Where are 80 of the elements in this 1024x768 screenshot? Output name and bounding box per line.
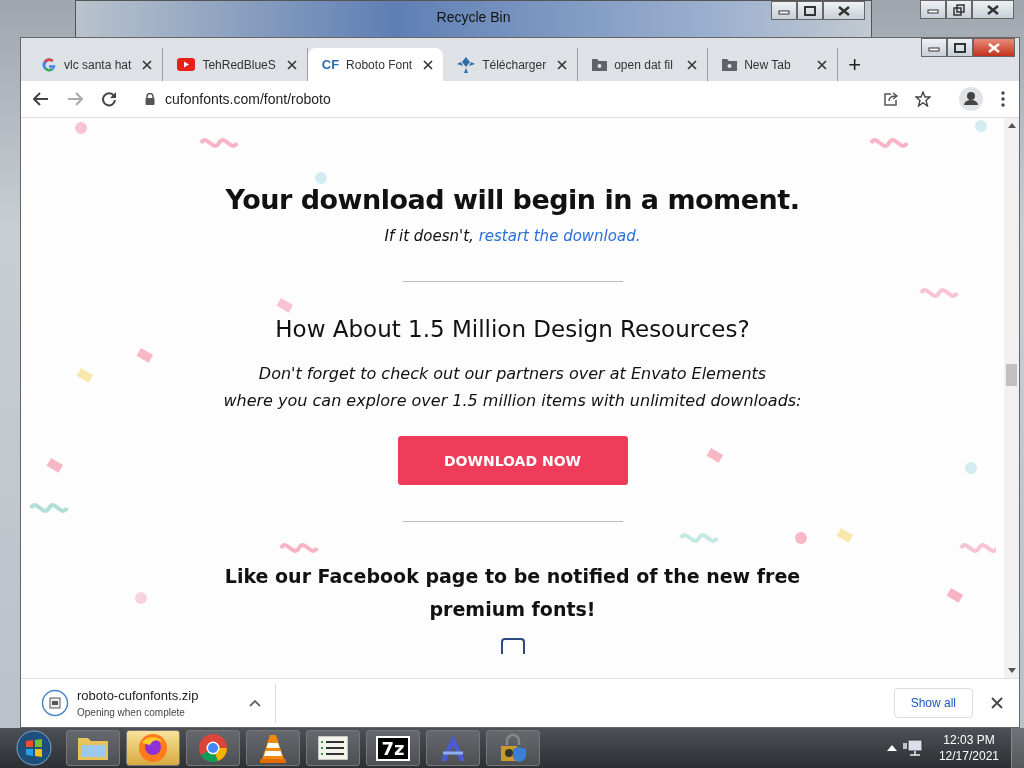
close-tab-icon[interactable]	[286, 59, 297, 70]
maximize-button[interactable]	[947, 38, 973, 57]
folder-icon	[77, 735, 109, 761]
close-tab-icon[interactable]	[142, 59, 153, 70]
share-icon[interactable]	[883, 92, 899, 106]
list-icon	[318, 736, 348, 760]
caret-icon[interactable]	[249, 699, 261, 707]
restart-link[interactable]: restart the download.	[478, 227, 641, 245]
promo-text: Don't forget to check out our partners over at Envato Elements where you can explore over 1.5 million items with unlimited downloads:	[223, 363, 802, 412]
file-name: roboto-cufonfonts.zip	[77, 688, 200, 703]
google-icon	[41, 56, 57, 73]
scrollbar[interactable]	[1004, 118, 1019, 678]
restart-text: If it doesn't, restart the download.	[384, 227, 641, 245]
close-icon	[838, 5, 850, 16]
new-tab-button[interactable]: +	[838, 48, 872, 81]
chrome-icon	[198, 733, 228, 763]
tab-title: TehRedBlueS	[202, 57, 276, 72]
profile-icon[interactable]	[959, 87, 983, 111]
minimize-button[interactable]	[921, 38, 947, 57]
traffic-cone-icon	[260, 733, 286, 763]
maximize-icon	[804, 5, 816, 16]
close-tab-icon[interactable]	[817, 59, 828, 70]
taskbar-button[interactable]	[306, 730, 360, 766]
scroll-down-icon[interactable]	[1007, 668, 1016, 674]
folder-icon	[592, 58, 608, 71]
tab-title: Roboto Font	[346, 57, 413, 72]
download-now-button[interactable]: DOWNLOAD NOW	[397, 436, 628, 485]
star-icon[interactable]	[915, 91, 931, 107]
folder-icon	[722, 58, 738, 71]
page-heading: Your download will begin in a moment.	[225, 184, 800, 215]
padlock-shield-icon	[498, 733, 528, 763]
close-button[interactable]	[823, 1, 865, 20]
restore-button[interactable]	[946, 0, 972, 19]
close-icon[interactable]	[991, 697, 1003, 709]
back-icon[interactable]	[33, 92, 49, 106]
scrollbar-thumb[interactable]	[1006, 364, 1017, 386]
tab-title: Télécharger	[482, 57, 547, 72]
close-tab-icon[interactable]	[423, 59, 434, 70]
download-status: Opening when complete	[77, 707, 186, 718]
clock[interactable]: 12:03 PM 12/17/2021	[938, 733, 999, 763]
file-icon	[41, 689, 69, 717]
taskbar-button[interactable]	[186, 730, 240, 766]
minimize-button[interactable]	[771, 1, 797, 20]
maximize-button[interactable]	[797, 1, 823, 20]
restore-icon	[953, 3, 965, 16]
tab-title: open dat fil	[614, 57, 674, 72]
tray-expand-icon[interactable]	[886, 745, 897, 751]
facebook-widget[interactable]	[500, 638, 525, 654]
taskbar-button[interactable]	[246, 730, 300, 766]
clock-date: 12/17/2021	[938, 749, 999, 763]
browser-tab[interactable]: CF Roboto Font	[307, 48, 444, 81]
firefox-icon	[138, 733, 168, 763]
close-tab-icon[interactable]	[687, 59, 698, 70]
play-icon	[177, 58, 196, 71]
reload-icon[interactable]	[101, 91, 117, 107]
start-button[interactable]	[16, 730, 52, 766]
tab-title: New Tab	[744, 57, 792, 72]
network-icon[interactable]	[902, 739, 923, 757]
diamond-icon	[457, 56, 476, 73]
tab-title: vlc santa hat	[64, 57, 132, 72]
site-logo: CF	[321, 57, 340, 72]
close-tab-icon[interactable]	[557, 59, 568, 70]
app-logo: 7z	[376, 735, 410, 761]
show-all-button[interactable]: Show all	[893, 688, 973, 718]
taskbar-button[interactable]	[66, 730, 120, 766]
clock-time: 12:03 PM	[943, 733, 995, 747]
lock-icon	[145, 93, 155, 105]
facebook-text: Like our Facebook page to be notified of the new free premium fonts!	[223, 564, 802, 622]
taskbar-button[interactable]: 7z	[366, 730, 420, 766]
menu-icon[interactable]	[1001, 91, 1005, 107]
close-icon	[988, 42, 1000, 53]
promo-title: How About 1.5 Million Design Resources?	[275, 316, 750, 342]
close-icon	[987, 4, 999, 15]
scroll-up-icon[interactable]	[1007, 122, 1016, 128]
close-button[interactable]	[972, 0, 1014, 19]
maximize-icon	[954, 42, 966, 53]
window-title: Recycle Bin	[436, 9, 511, 25]
close-button[interactable]	[973, 38, 1015, 57]
minimize-button[interactable]	[920, 0, 946, 19]
download-item[interactable]: roboto-cufonfonts.zip Opening when complete	[41, 683, 276, 723]
